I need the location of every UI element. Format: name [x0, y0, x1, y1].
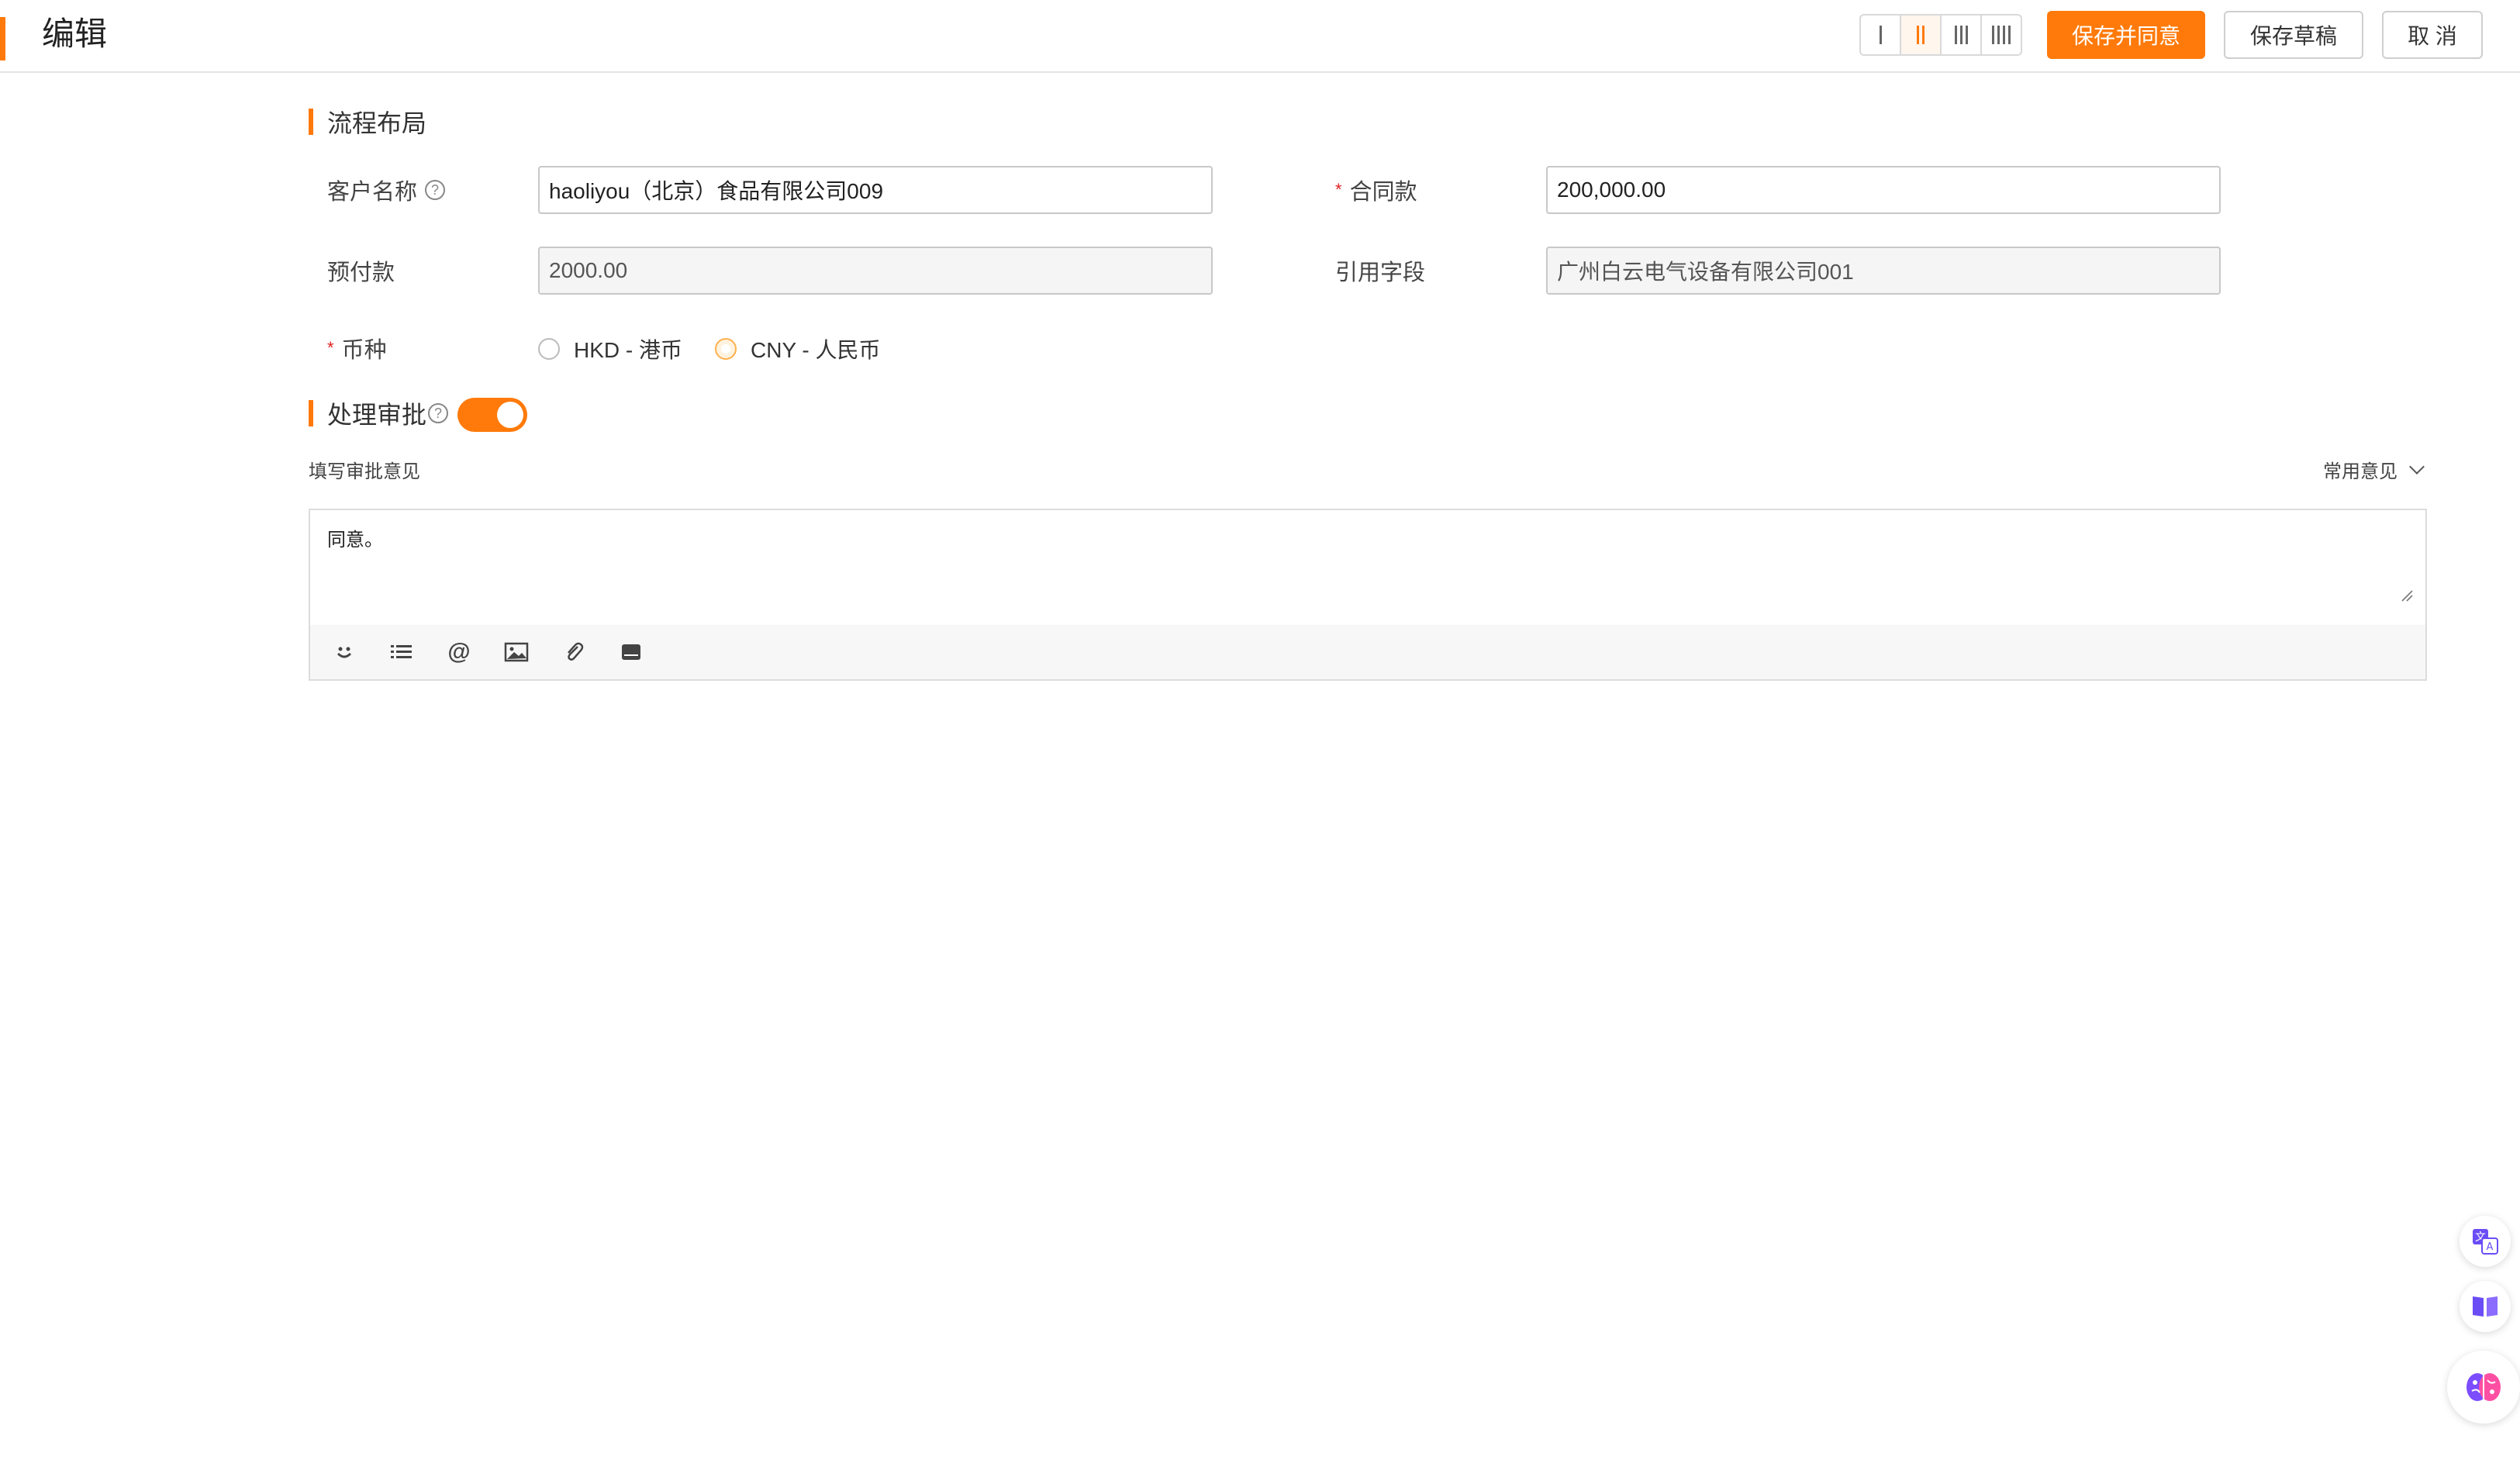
page-header: 编辑 保存并同意 保存草稿 取 消 [0, 0, 2520, 73]
chevron-down-icon [2409, 458, 2425, 475]
editor-toolbar: @ [310, 625, 2425, 679]
section-title-layout: 流程布局 [327, 109, 427, 137]
radio-circle [538, 338, 560, 360]
switch-knob [497, 402, 523, 428]
help-icon[interactable]: ? [425, 180, 446, 200]
contract-amount-label: * 合同款 [1335, 166, 1417, 214]
opinion-text[interactable]: 同意。 [327, 524, 383, 551]
radio-hkd[interactable]: HKD - 港币 [538, 333, 682, 364]
cancel-button[interactable]: 取 消 [2382, 11, 2483, 59]
page-title: 编辑 [42, 16, 108, 52]
help-icon[interactable]: ? [428, 403, 449, 423]
opinion-editor[interactable]: 同意。 @ [309, 509, 2427, 681]
layout-one-column-button[interactable] [1861, 16, 1901, 54]
ai-assistant-button[interactable] [2447, 1351, 2520, 1424]
prepayment-label: 预付款 [327, 261, 395, 285]
mention-icon[interactable]: @ [442, 635, 476, 669]
approval-toggle-switch[interactable] [457, 398, 527, 432]
save-and-approve-button[interactable]: 保存并同意 [2047, 11, 2205, 59]
opinion-label: 填写审批意见 [309, 461, 420, 482]
layout-four-column-button[interactable] [1982, 16, 2021, 54]
common-opinions-label: 常用意见 [2323, 461, 2397, 482]
layout-two-column-button[interactable] [1901, 16, 1942, 54]
reference-field-label: 引用字段 [1335, 261, 1426, 285]
book-button[interactable] [2460, 1281, 2511, 1332]
image-icon[interactable] [499, 635, 533, 669]
section-accent-bar [309, 109, 313, 135]
book-icon [2473, 1296, 2498, 1317]
customer-name-label-text: 客户名称 [327, 180, 418, 205]
common-opinions-dropdown[interactable]: 常用意见 [2323, 456, 2425, 483]
keyboard-icon[interactable] [614, 635, 648, 669]
translate-button[interactable]: 文 A [2460, 1216, 2511, 1267]
save-draft-button[interactable]: 保存草稿 [2224, 11, 2363, 59]
radio-label: CNY - 人民币 [751, 338, 881, 362]
customer-name-label: 客户名称 ? [327, 166, 446, 214]
list-icon[interactable] [385, 635, 419, 669]
ai-brain-icon [2466, 1373, 2501, 1401]
title-accent-bar [0, 17, 5, 60]
currency-label-text: 币种 [341, 338, 387, 363]
svg-text:A: A [2487, 1241, 2494, 1253]
required-mark: * [1335, 180, 1342, 199]
currency-label: * 币种 [327, 324, 387, 372]
radio-label: HKD - 港币 [574, 338, 683, 362]
contract-amount-label-text: 合同款 [1349, 180, 1417, 205]
customer-name-field[interactable]: haoliyou（北京）食品有限公司009 [538, 166, 1213, 214]
section-accent-bar [309, 400, 313, 426]
section-title-approval: 处理审批 ? [327, 394, 449, 433]
reference-field: 广州白云电气设备有限公司001 [1546, 247, 2221, 295]
attachment-icon[interactable] [557, 635, 591, 669]
contract-amount-field[interactable]: 200,000.00 [1546, 166, 2221, 214]
radio-circle-checked [715, 338, 737, 360]
translate-icon: 文 A [2473, 1229, 2498, 1255]
resize-handle-icon[interactable] [2401, 589, 2413, 602]
layout-three-column-button[interactable] [1942, 16, 1982, 54]
prepayment-field: 2000.00 [538, 247, 1213, 295]
column-layout-toggle [1859, 14, 2022, 56]
required-mark: * [327, 338, 334, 357]
currency-radio-group: HKD - 港币 CNY - 人民币 [538, 332, 913, 366]
emoji-icon[interactable] [327, 635, 361, 669]
approval-title-text: 处理审批 [327, 401, 427, 429]
radio-cny[interactable]: CNY - 人民币 [715, 333, 881, 364]
